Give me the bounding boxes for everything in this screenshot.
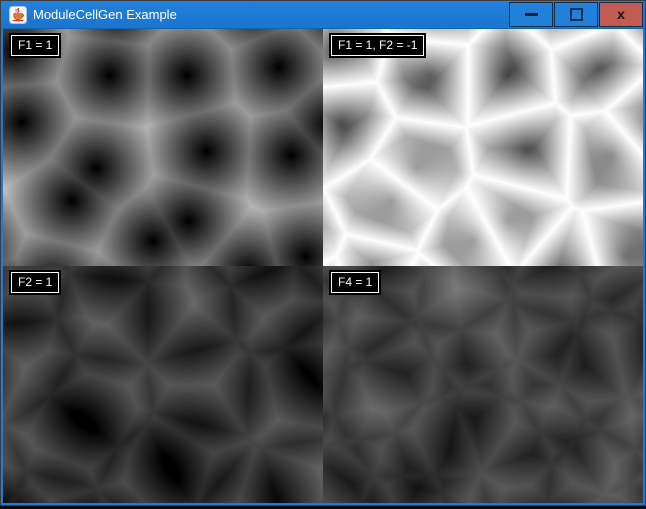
maximize-icon <box>570 8 583 21</box>
noise-canvas-f1 <box>3 29 323 266</box>
panel-label-f1: F1 = 1 <box>11 35 59 56</box>
titlebar[interactable]: ModuleCellGen Example x <box>1 1 645 29</box>
panel-label-f1-f2: F1 = 1, F2 = -1 <box>331 35 424 56</box>
window-title: ModuleCellGen Example <box>33 1 177 29</box>
panel-label-f4: F4 = 1 <box>331 272 379 293</box>
minimize-button[interactable] <box>509 2 553 27</box>
noise-canvas-f2 <box>3 266 323 503</box>
close-button[interactable]: x <box>599 2 643 27</box>
panel-f4: F4 = 1 <box>323 266 643 503</box>
panel-f1-f2: F1 = 1, F2 = -1 <box>323 29 643 266</box>
render-area: F1 = 1 F1 = 1, F2 = -1 F2 = 1 F4 = 1 <box>3 29 643 503</box>
panel-label-f2: F2 = 1 <box>11 272 59 293</box>
close-icon: x <box>617 7 625 21</box>
app-window: ModuleCellGen Example x F1 = 1 F1 = 1, F… <box>0 0 646 506</box>
java-coffee-cup-icon[interactable] <box>9 6 27 24</box>
maximize-button[interactable] <box>554 2 598 27</box>
panel-f2: F2 = 1 <box>3 266 323 503</box>
noise-canvas-f1-f2 <box>323 29 643 266</box>
noise-canvas-f4 <box>323 266 643 503</box>
caption-buttons: x <box>508 2 643 27</box>
panel-f1: F1 = 1 <box>3 29 323 266</box>
minimize-icon <box>525 13 538 16</box>
